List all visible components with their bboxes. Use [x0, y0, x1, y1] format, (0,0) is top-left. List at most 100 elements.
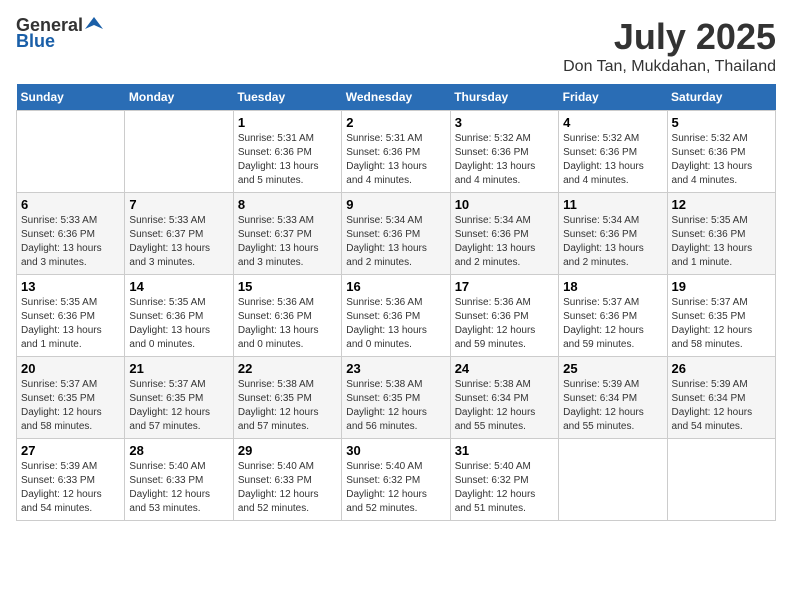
day-number: 29	[238, 443, 337, 458]
day-detail: Sunrise: 5:34 AMSunset: 6:36 PMDaylight:…	[346, 214, 445, 270]
day-number: 21	[129, 361, 228, 376]
calendar-cell: 11 Sunrise: 5:34 AMSunset: 6:36 PMDayligh…	[559, 193, 667, 275]
day-number: 3	[455, 115, 554, 130]
logo: General Blue	[16, 16, 103, 52]
month-title: July 2025	[563, 16, 776, 58]
day-detail: Sunrise: 5:37 AMSunset: 6:36 PMDaylight:…	[563, 296, 662, 352]
day-detail: Sunrise: 5:35 AMSunset: 6:36 PMDaylight:…	[129, 296, 228, 352]
day-number: 24	[455, 361, 554, 376]
day-number: 23	[346, 361, 445, 376]
day-detail: Sunrise: 5:38 AMSunset: 6:35 PMDaylight:…	[346, 378, 445, 434]
calendar-cell: 15Sunrise: 5:36 AMSunset: 6:36 PMDayligh…	[233, 275, 341, 357]
calendar-cell: 21 Sunrise: 5:37 AMSunset: 6:35 PMDayligh…	[125, 357, 233, 439]
day-detail: Sunrise: 5:38 AMSunset: 6:35 PMDaylight:…	[238, 378, 337, 434]
calendar-cell: 8 Sunrise: 5:33 AMSunset: 6:37 PMDaylight…	[233, 193, 341, 275]
day-number: 9	[346, 197, 445, 212]
calendar-cell: 12 Sunrise: 5:35 AMSunset: 6:36 PMDayligh…	[667, 193, 775, 275]
calendar-week-row: 20 Sunrise: 5:37 AMSunset: 6:35 PMDayligh…	[17, 357, 776, 439]
day-detail: Sunrise: 5:32 AMSunset: 6:36 PMDaylight:…	[563, 132, 662, 188]
calendar-cell: 18 Sunrise: 5:37 AMSunset: 6:36 PMDayligh…	[559, 275, 667, 357]
day-number: 5	[672, 115, 771, 130]
calendar-table: SundayMondayTuesdayWednesdayThursdayFrid…	[16, 84, 776, 521]
day-number: 12	[672, 197, 771, 212]
day-detail: Sunrise: 5:39 AMSunset: 6:34 PMDaylight:…	[672, 378, 771, 434]
day-number: 2	[346, 115, 445, 130]
location-title: Don Tan, Mukdahan, Thailand	[563, 58, 776, 76]
weekday-header: Thursday	[450, 84, 558, 111]
day-number: 27	[21, 443, 120, 458]
logo-bird-icon	[85, 15, 103, 33]
day-detail: Sunrise: 5:32 AMSunset: 6:36 PMDaylight:…	[672, 132, 771, 188]
weekday-header: Tuesday	[233, 84, 341, 111]
day-number: 16	[346, 279, 445, 294]
calendar-week-row: 13 Sunrise: 5:35 AMSunset: 6:36 PMDayligh…	[17, 275, 776, 357]
calendar-cell	[667, 439, 775, 521]
day-number: 25	[563, 361, 662, 376]
calendar-cell: 3 Sunrise: 5:32 AMSunset: 6:36 PMDaylight…	[450, 111, 558, 193]
day-detail: Sunrise: 5:32 AMSunset: 6:36 PMDaylight:…	[455, 132, 554, 188]
day-number: 30	[346, 443, 445, 458]
calendar-cell: 26Sunrise: 5:39 AMSunset: 6:34 PMDayligh…	[667, 357, 775, 439]
weekday-header: Wednesday	[342, 84, 450, 111]
day-number: 11	[563, 197, 662, 212]
weekday-header: Friday	[559, 84, 667, 111]
day-detail: Sunrise: 5:40 AMSunset: 6:32 PMDaylight:…	[455, 460, 554, 516]
day-number: 6	[21, 197, 120, 212]
calendar-cell: 7Sunrise: 5:33 AMSunset: 6:37 PMDaylight…	[125, 193, 233, 275]
calendar-cell: 6Sunrise: 5:33 AMSunset: 6:36 PMDaylight…	[17, 193, 125, 275]
day-detail: Sunrise: 5:36 AMSunset: 6:36 PMDaylight:…	[455, 296, 554, 352]
calendar-cell: 23 Sunrise: 5:38 AMSunset: 6:35 PMDayligh…	[342, 357, 450, 439]
day-number: 19	[672, 279, 771, 294]
calendar-cell: 31Sunrise: 5:40 AMSunset: 6:32 PMDayligh…	[450, 439, 558, 521]
weekday-header: Monday	[125, 84, 233, 111]
day-detail: Sunrise: 5:38 AMSunset: 6:34 PMDaylight:…	[455, 378, 554, 434]
page-header: General Blue July 2025 Don Tan, Mukdahan…	[16, 16, 776, 76]
day-detail: Sunrise: 5:31 AMSunset: 6:36 PMDaylight:…	[346, 132, 445, 188]
calendar-cell: 25 Sunrise: 5:39 AMSunset: 6:34 PMDayligh…	[559, 357, 667, 439]
calendar-cell: 27 Sunrise: 5:39 AMSunset: 6:33 PMDayligh…	[17, 439, 125, 521]
calendar-cell: 28Sunrise: 5:40 AMSunset: 6:33 PMDayligh…	[125, 439, 233, 521]
day-detail: Sunrise: 5:39 AMSunset: 6:33 PMDaylight:…	[21, 460, 120, 516]
weekday-header: Sunday	[17, 84, 125, 111]
day-detail: Sunrise: 5:33 AMSunset: 6:37 PMDaylight:…	[238, 214, 337, 270]
day-detail: Sunrise: 5:34 AMSunset: 6:36 PMDaylight:…	[563, 214, 662, 270]
day-number: 20	[21, 361, 120, 376]
calendar-cell	[559, 439, 667, 521]
day-detail: Sunrise: 5:35 AMSunset: 6:36 PMDaylight:…	[672, 214, 771, 270]
logo-blue-text: Blue	[16, 32, 55, 52]
calendar-cell: 20Sunrise: 5:37 AMSunset: 6:35 PMDayligh…	[17, 357, 125, 439]
day-detail: Sunrise: 5:40 AMSunset: 6:33 PMDaylight:…	[238, 460, 337, 516]
day-detail: Sunrise: 5:39 AMSunset: 6:34 PMDaylight:…	[563, 378, 662, 434]
calendar-cell	[17, 111, 125, 193]
calendar-week-row: 1 Sunrise: 5:31 AMSunset: 6:36 PMDaylight…	[17, 111, 776, 193]
weekday-header-row: SundayMondayTuesdayWednesdayThursdayFrid…	[17, 84, 776, 111]
calendar-cell: 1Sunrise: 5:31 AMSunset: 6:36 PMDaylight…	[233, 111, 341, 193]
calendar-cell: 13 Sunrise: 5:35 AMSunset: 6:36 PMDayligh…	[17, 275, 125, 357]
day-number: 15	[238, 279, 337, 294]
calendar-cell: 24 Sunrise: 5:38 AMSunset: 6:34 PMDayligh…	[450, 357, 558, 439]
day-detail: Sunrise: 5:37 AMSunset: 6:35 PMDaylight:…	[129, 378, 228, 434]
calendar-cell: 9 Sunrise: 5:34 AMSunset: 6:36 PMDaylight…	[342, 193, 450, 275]
day-number: 8	[238, 197, 337, 212]
title-section: July 2025 Don Tan, Mukdahan, Thailand	[563, 16, 776, 76]
calendar-cell: 22 Sunrise: 5:38 AMSunset: 6:35 PMDayligh…	[233, 357, 341, 439]
calendar-cell: 29 Sunrise: 5:40 AMSunset: 6:33 PMDayligh…	[233, 439, 341, 521]
day-number: 1	[238, 115, 337, 130]
calendar-cell: 14 Sunrise: 5:35 AMSunset: 6:36 PMDayligh…	[125, 275, 233, 357]
calendar-cell: 10Sunrise: 5:34 AMSunset: 6:36 PMDayligh…	[450, 193, 558, 275]
day-number: 22	[238, 361, 337, 376]
day-detail: Sunrise: 5:35 AMSunset: 6:36 PMDaylight:…	[21, 296, 120, 352]
day-number: 18	[563, 279, 662, 294]
day-number: 28	[129, 443, 228, 458]
calendar-cell: 5 Sunrise: 5:32 AMSunset: 6:36 PMDaylight…	[667, 111, 775, 193]
calendar-cell: 2 Sunrise: 5:31 AMSunset: 6:36 PMDaylight…	[342, 111, 450, 193]
weekday-header: Saturday	[667, 84, 775, 111]
calendar-cell: 19Sunrise: 5:37 AMSunset: 6:35 PMDayligh…	[667, 275, 775, 357]
day-number: 14	[129, 279, 228, 294]
calendar-cell: 30 Sunrise: 5:40 AMSunset: 6:32 PMDayligh…	[342, 439, 450, 521]
day-number: 13	[21, 279, 120, 294]
day-detail: Sunrise: 5:34 AMSunset: 6:36 PMDaylight:…	[455, 214, 554, 270]
day-detail: Sunrise: 5:40 AMSunset: 6:32 PMDaylight:…	[346, 460, 445, 516]
calendar-cell: 16Sunrise: 5:36 AMSunset: 6:36 PMDayligh…	[342, 275, 450, 357]
day-number: 17	[455, 279, 554, 294]
